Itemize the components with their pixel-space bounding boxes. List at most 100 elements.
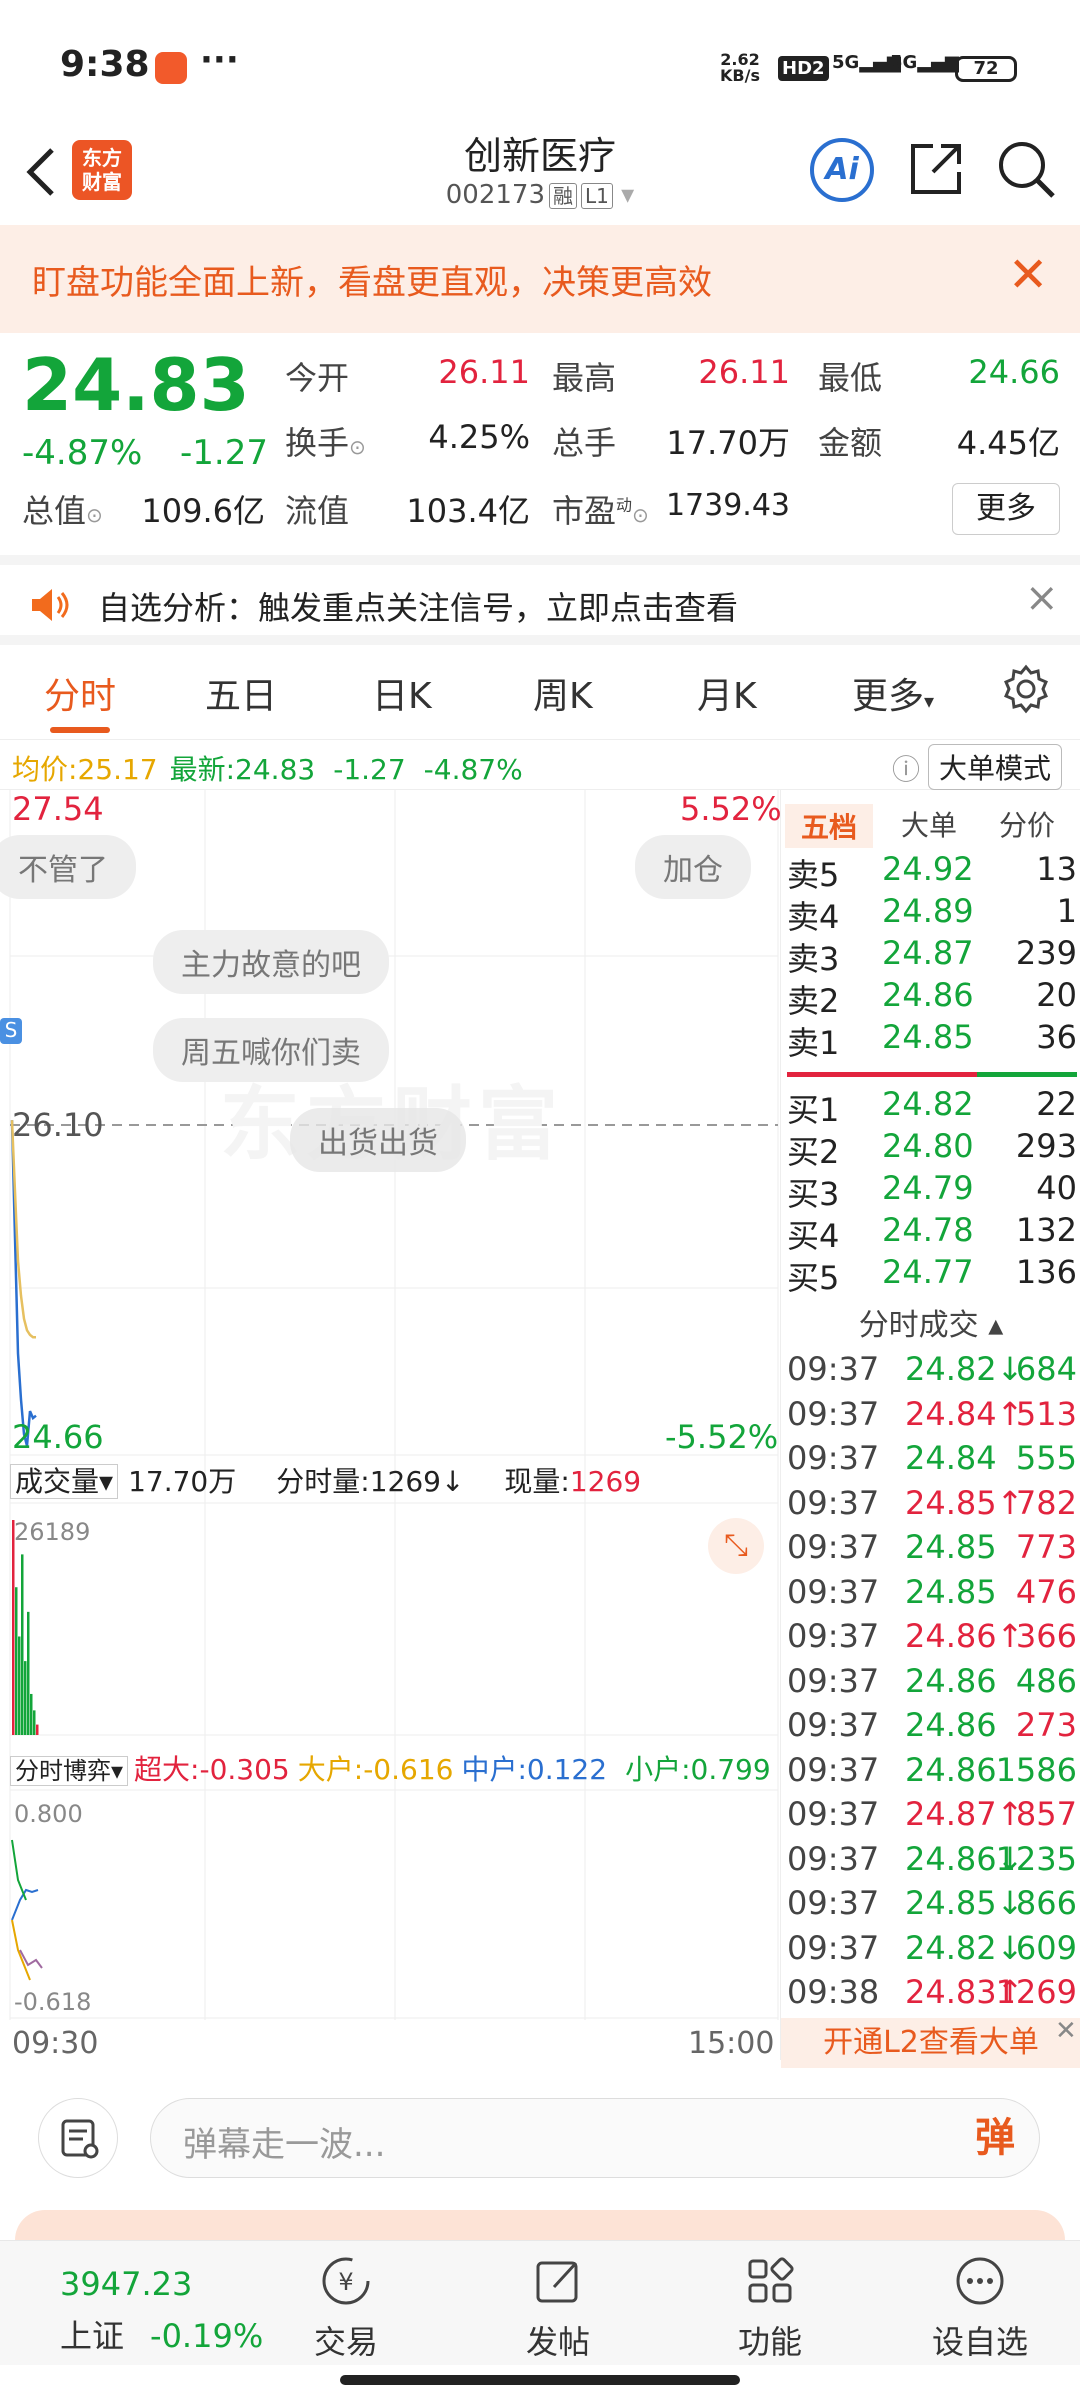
ai-button[interactable]: Ai: [810, 138, 874, 202]
ask-level: 卖5: [787, 856, 840, 894]
help-icon[interactable]: ⓘ: [892, 748, 920, 788]
nav-trade[interactable]: ¥ 交易: [276, 2253, 416, 2363]
bid-volume: 22: [1036, 1085, 1077, 1123]
yen-icon: ¥: [322, 2257, 370, 2305]
tab-five-level[interactable]: 五档: [785, 804, 874, 848]
nav-functions[interactable]: 功能: [700, 2253, 840, 2363]
danmaku-bubble[interactable]: 出货出货: [290, 1108, 466, 1172]
price-summary-line: 均价:25.17 最新:24.83 -1.27 -4.87% ⓘ 大单模式: [0, 740, 1080, 790]
volume-bar: [15, 1587, 18, 1735]
gear-icon[interactable]: [1000, 663, 1052, 715]
tab-price-dist[interactable]: 分价: [999, 804, 1055, 844]
bid-row: 买1 24.82 22: [787, 1085, 1077, 1129]
trade-price: 24.82↓: [905, 1928, 1024, 1967]
share-icon[interactable]: [905, 138, 967, 200]
turnover-value: 4.25%: [428, 418, 530, 456]
trade-time: 09:37: [787, 1750, 880, 1789]
intraday-chart[interactable]: 东方财富 27.54 5.52% 26.10 24.66 -5.52% S 不管…: [0, 790, 782, 2070]
trade-volume: 866: [1015, 1884, 1077, 1922]
notification-icon: [155, 52, 187, 84]
change-pct: -4.87%: [22, 433, 143, 473]
promo-strip[interactable]: [15, 2210, 1065, 2240]
nav-post[interactable]: 发帖: [488, 2253, 628, 2363]
danmaku-bubble[interactable]: 加仓: [635, 835, 751, 899]
open-value: 26.11: [438, 353, 530, 391]
tab-big-order[interactable]: 大单: [901, 804, 957, 844]
trades-title[interactable]: 分时成交 ▴: [781, 1300, 1080, 1344]
tab-more[interactable]: 更多▾: [852, 667, 934, 719]
order-book-tabs: 五档 大单 分价: [781, 798, 1080, 848]
tab-5day[interactable]: 五日: [205, 667, 277, 719]
trade-price: 24.86: [905, 1750, 997, 1789]
feature-banner[interactable]: 盯盘功能全面上新，看盘更直观，决策更高效 ✕: [0, 225, 1080, 333]
trade-volume: 773: [1015, 1528, 1077, 1566]
close-icon[interactable]: ✕: [1008, 247, 1048, 303]
more-button[interactable]: 更多: [952, 483, 1060, 535]
trade-time: 09:37: [787, 1795, 880, 1833]
pe-value: 1739.43: [665, 488, 790, 523]
volume-value: 17.70万: [666, 424, 790, 462]
notes-icon[interactable]: [38, 2098, 118, 2178]
volume-bar: [12, 1520, 15, 1735]
tab-monthly-k[interactable]: 月K: [697, 667, 757, 719]
index-value[interactable]: 3947.23: [60, 2265, 192, 2303]
l2-upgrade-banner[interactable]: 开通L2查看大单: [781, 2018, 1080, 2068]
change-value: -1.27: [180, 433, 268, 473]
bid-volume: 40: [1036, 1169, 1077, 1207]
y-min-price: 24.66: [12, 1418, 104, 1456]
trade-row: 09:37 24.86 273: [787, 1706, 1077, 1750]
more-notifications-icon: ···: [200, 40, 239, 80]
trade-row: 09:37 24.82↓ 684: [787, 1350, 1077, 1394]
analysis-alert[interactable]: 自选分析：触发重点关注信号，立即点击查看 ×: [0, 555, 1080, 645]
tab-weekly-k[interactable]: 周K: [533, 667, 593, 719]
low-value: 24.66: [968, 353, 1060, 391]
close-icon[interactable]: ×: [1025, 575, 1059, 621]
y-max-price: 27.54: [12, 790, 104, 828]
index-info[interactable]: 上证 -0.19%: [60, 2311, 263, 2357]
trade-row: 09:37 24.84 555: [787, 1439, 1077, 1483]
trade-time: 09:37: [787, 1439, 880, 1477]
pe-label[interactable]: 市盈动⊙: [552, 486, 649, 532]
trade-row: 09:37 24.86↑ 366: [787, 1617, 1077, 1661]
trade-price: 24.84: [905, 1439, 997, 1477]
more-circle-icon: [956, 2257, 1004, 2305]
danmaku-input[interactable]: 弹幕走一波...: [150, 2098, 1040, 2178]
big-order-mode-button[interactable]: 大单模式: [928, 744, 1063, 790]
bid-level: 买4: [787, 1217, 840, 1255]
danmaku-bubble[interactable]: 周五喊你们卖: [153, 1018, 389, 1082]
alert-text: 自选分析：触发重点关注信号，立即点击查看: [98, 589, 739, 627]
status-bar: 9:38 ··· 2.62 KB/s HD2 5G▂▄▆ 5G▂▄▆ 72: [0, 0, 1080, 120]
tab-intraday[interactable]: 分时: [44, 667, 116, 719]
chart-tabs: 分时 五日 日K 周K 月K 更多▾: [0, 645, 1080, 740]
stock-code-selector[interactable]: 002173 融 L1 ▾: [340, 180, 740, 210]
ask-level: 卖1: [787, 1024, 840, 1062]
trade-row: 09:38 24.83↑ 1269: [787, 1973, 1077, 2017]
mktcap-label[interactable]: 总值⊙: [22, 486, 103, 532]
trade-time: 09:37: [787, 1706, 880, 1744]
danmaku-bubble[interactable]: 主力故意的吧: [153, 930, 389, 994]
tab-daily-k[interactable]: 日K: [372, 667, 432, 719]
turnover-label[interactable]: 换手⊙: [285, 418, 366, 464]
time-axis-start: 09:30: [12, 2026, 99, 2061]
trade-row: 09:37 24.86 1586: [787, 1751, 1077, 1795]
flow-min: -0.618: [14, 1988, 92, 2016]
order-book: 五档 大单 分价 卖5 24.92 13 卖4 24.89 1 卖3 24.87 239 卖2 24…: [780, 790, 1080, 2068]
bid-row: 买5 24.77 136: [787, 1253, 1077, 1297]
bottom-nav: 3947.23 上证 -0.19% ¥ 交易 发帖 功能 设自选: [0, 2240, 1080, 2365]
flow-selector[interactable]: 分时博弈▾: [10, 1756, 129, 1786]
app-logo[interactable]: 东方 财富: [72, 140, 132, 200]
danmaku-bubble[interactable]: 不管了: [0, 835, 136, 899]
nav-add-watchlist[interactable]: 设自选: [910, 2253, 1050, 2363]
ask-price: 24.85: [882, 1018, 974, 1056]
danmaku-toggle-button[interactable]: 弹: [950, 2098, 1040, 2178]
volume-selector[interactable]: 成交量▾: [10, 1464, 119, 1499]
sell-marker[interactable]: S: [0, 1018, 22, 1044]
back-icon[interactable]: [22, 142, 62, 202]
trade-time: 09:38: [787, 1973, 880, 2011]
flow-line-mid: [11, 1888, 39, 1921]
expand-icon[interactable]: ⤡: [708, 1518, 764, 1574]
search-icon[interactable]: [995, 138, 1057, 200]
speaker-icon: [32, 589, 69, 621]
trade-price: 24.82↓: [905, 1350, 1024, 1388]
close-icon[interactable]: ✕: [1055, 2016, 1077, 2046]
